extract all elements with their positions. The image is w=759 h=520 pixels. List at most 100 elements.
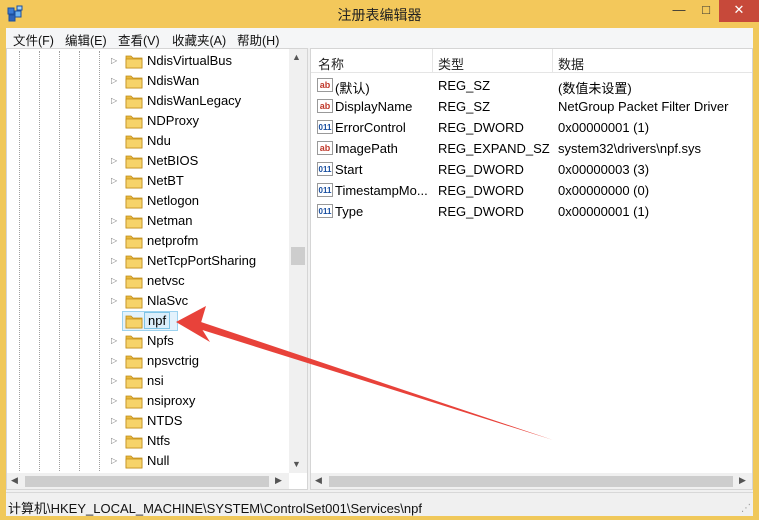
value-row[interactable]: 011 Type REG_DWORD 0x00000001 (1) [311, 201, 752, 222]
tree-item[interactable]: ▷ NlaSvc [7, 291, 289, 311]
value-type: REG_DWORD [438, 120, 524, 135]
value-data: (数值未设置) [558, 81, 632, 96]
tree-hscroll-thumb[interactable] [25, 476, 269, 487]
folder-icon [125, 135, 143, 149]
tree-item-label: Netman [147, 213, 193, 228]
tree-item-label: NdisWan [147, 73, 200, 88]
key-tree-pane[interactable]: ▷ NdisVirtualBus ▷ NdisWan ▷ NdisWanLegacy NDP… [6, 48, 308, 490]
list-hscroll-thumb[interactable] [329, 476, 733, 487]
value-row[interactable]: ab DisplayName REG_SZ NetGroup Packet Filte… [311, 96, 752, 117]
expand-arrow-icon[interactable]: ▷ [111, 416, 119, 426]
folder-icon [125, 315, 143, 329]
scroll-down-icon[interactable]: ▼ [292, 459, 301, 469]
menu-file[interactable]: 文件(F) [13, 30, 54, 49]
registry-editor-window: 注册表编辑器 — □ ✕ 文件(F) 编辑(E) 查看(V) 收藏夹(A) 帮助… [0, 0, 759, 520]
tree-item-label: nsiproxy [147, 393, 196, 408]
expand-arrow-icon[interactable]: ▷ [111, 176, 119, 186]
expand-arrow-icon[interactable]: ▷ [111, 216, 119, 226]
folder-icon [125, 175, 143, 189]
value-type: REG_SZ [438, 99, 491, 114]
tree-item[interactable]: Netlogon [7, 191, 289, 211]
value-row[interactable]: 011 Start REG_DWORD 0x00000003 (3) [311, 159, 752, 180]
scroll-right-icon[interactable]: ▶ [275, 475, 282, 486]
folder-icon [125, 255, 143, 269]
dword-value-icon: 011 [317, 183, 333, 197]
list-horizontal-scrollbar[interactable]: ◀ ▶ [311, 473, 752, 489]
tree-item[interactable]: Ndu [7, 131, 289, 151]
folder-icon [125, 155, 143, 169]
folder-icon [125, 115, 143, 129]
expand-arrow-icon[interactable]: ▷ [111, 256, 119, 266]
folder-icon [125, 395, 143, 409]
tree-item[interactable]: ▷ NetTcpPortSharing [7, 251, 289, 271]
column-header-data[interactable]: 数据 [558, 54, 584, 73]
expand-arrow-icon[interactable]: ▷ [111, 396, 119, 406]
tree-item[interactable]: ▷ NdisWanLegacy [7, 91, 289, 111]
value-row[interactable]: ab ImagePath REG_EXPAND_SZ system32\drivers… [311, 138, 752, 159]
expand-arrow-icon[interactable]: ▷ [111, 236, 119, 246]
value-row[interactable]: 011 ErrorControl REG_DWORD 0x00000001 (1) [311, 117, 752, 138]
tree-item[interactable]: ▷ netprofm [7, 231, 289, 251]
tree-item-label: NetTcpPortSharing [147, 253, 257, 268]
expand-arrow-icon[interactable]: ▷ [111, 56, 119, 66]
maximize-button[interactable]: □ [693, 0, 719, 22]
tree-item[interactable]: ▷ nsiproxy [7, 391, 289, 411]
scroll-up-icon[interactable]: ▲ [292, 52, 301, 62]
string-value-icon: ab [317, 99, 333, 113]
tree-item[interactable]: ▷ NdisWan [7, 71, 289, 91]
scroll-left-icon[interactable]: ◀ [11, 475, 18, 486]
value-row[interactable]: ab (默认) REG_SZ (数值未设置) [311, 75, 752, 96]
expand-arrow-icon[interactable]: ▷ [111, 356, 119, 366]
string-value-icon: ab [317, 78, 333, 92]
expand-arrow-icon[interactable]: ▷ [111, 376, 119, 386]
menu-help[interactable]: 帮助(H) [237, 30, 279, 49]
tree-item[interactable]: ▷ NdisVirtualBus [7, 51, 289, 71]
column-header-name[interactable]: 名称 [318, 54, 344, 73]
value-name: TimestampMo... [335, 183, 428, 198]
expand-arrow-icon[interactable]: ▷ [111, 156, 119, 166]
tree-horizontal-scrollbar[interactable]: ◀ ▶ [7, 473, 289, 489]
expand-arrow-icon[interactable]: ▷ [111, 76, 119, 86]
title-bar[interactable]: 注册表编辑器 — □ ✕ [0, 0, 759, 28]
tree-item[interactable]: npf [7, 311, 289, 331]
menu-bar: 文件(F) 编辑(E) 查看(V) 收藏夹(A) 帮助(H) [6, 28, 753, 48]
tree-scroll-thumb[interactable] [291, 247, 305, 265]
expand-arrow-icon[interactable]: ▷ [111, 96, 119, 106]
menu-view[interactable]: 查看(V) [118, 30, 160, 49]
tree-item[interactable]: ▷ NetBT [7, 171, 289, 191]
menu-edit[interactable]: 编辑(E) [65, 30, 107, 49]
tree-item[interactable]: NDProxy [7, 111, 289, 131]
values-list-pane[interactable]: 名称 类型 数据 ab (默认) REG_SZ (数值未设置) ab DisplayNam… [310, 48, 753, 490]
minimize-button[interactable]: — [665, 0, 693, 22]
folder-icon [125, 275, 143, 289]
tree-item[interactable]: ▷ NetBIOS [7, 151, 289, 171]
expand-arrow-icon[interactable]: ▷ [111, 336, 119, 346]
expand-arrow-icon[interactable]: ▷ [111, 276, 119, 286]
tree-item[interactable]: ▷ Netman [7, 211, 289, 231]
tree-item[interactable]: ▷ Npfs [7, 331, 289, 351]
tree-item[interactable]: ▷ Null [7, 451, 289, 471]
folder-icon [125, 455, 143, 469]
scroll-left-icon[interactable]: ◀ [315, 475, 322, 486]
expand-arrow-icon[interactable]: ▷ [111, 436, 119, 446]
tree-item-label: Netlogon [147, 193, 200, 208]
tree-item[interactable]: ▷ Ntfs [7, 431, 289, 451]
scroll-right-icon[interactable]: ▶ [739, 475, 746, 486]
tree-item[interactable]: ▷ netvsc [7, 271, 289, 291]
tree-vertical-scrollbar[interactable]: ▲ ▼ [289, 49, 307, 473]
tree-item[interactable]: ▷ NTDS [7, 411, 289, 431]
value-type: REG_DWORD [438, 204, 524, 219]
close-button[interactable]: ✕ [719, 0, 759, 22]
column-header-type[interactable]: 类型 [438, 54, 464, 73]
menu-favorites[interactable]: 收藏夹(A) [172, 30, 226, 49]
expand-arrow-icon[interactable]: ▷ [111, 456, 119, 466]
tree-item[interactable]: ▷ nsi [7, 371, 289, 391]
status-bar: 计算机\HKEY_LOCAL_MACHINE\SYSTEM\ControlSet… [6, 492, 753, 516]
value-row[interactable]: 011 TimestampMo... REG_DWORD 0x00000000 (0) [311, 180, 752, 201]
resize-grip-icon[interactable]: ⋰ [741, 503, 751, 514]
expand-arrow-icon[interactable]: ▷ [111, 296, 119, 306]
value-data: 0x00000001 (1) [558, 204, 650, 219]
window-title: 注册表编辑器 [337, 7, 422, 23]
tree-item[interactable]: ▷ npsvctrig [7, 351, 289, 371]
folder-icon [125, 415, 143, 429]
